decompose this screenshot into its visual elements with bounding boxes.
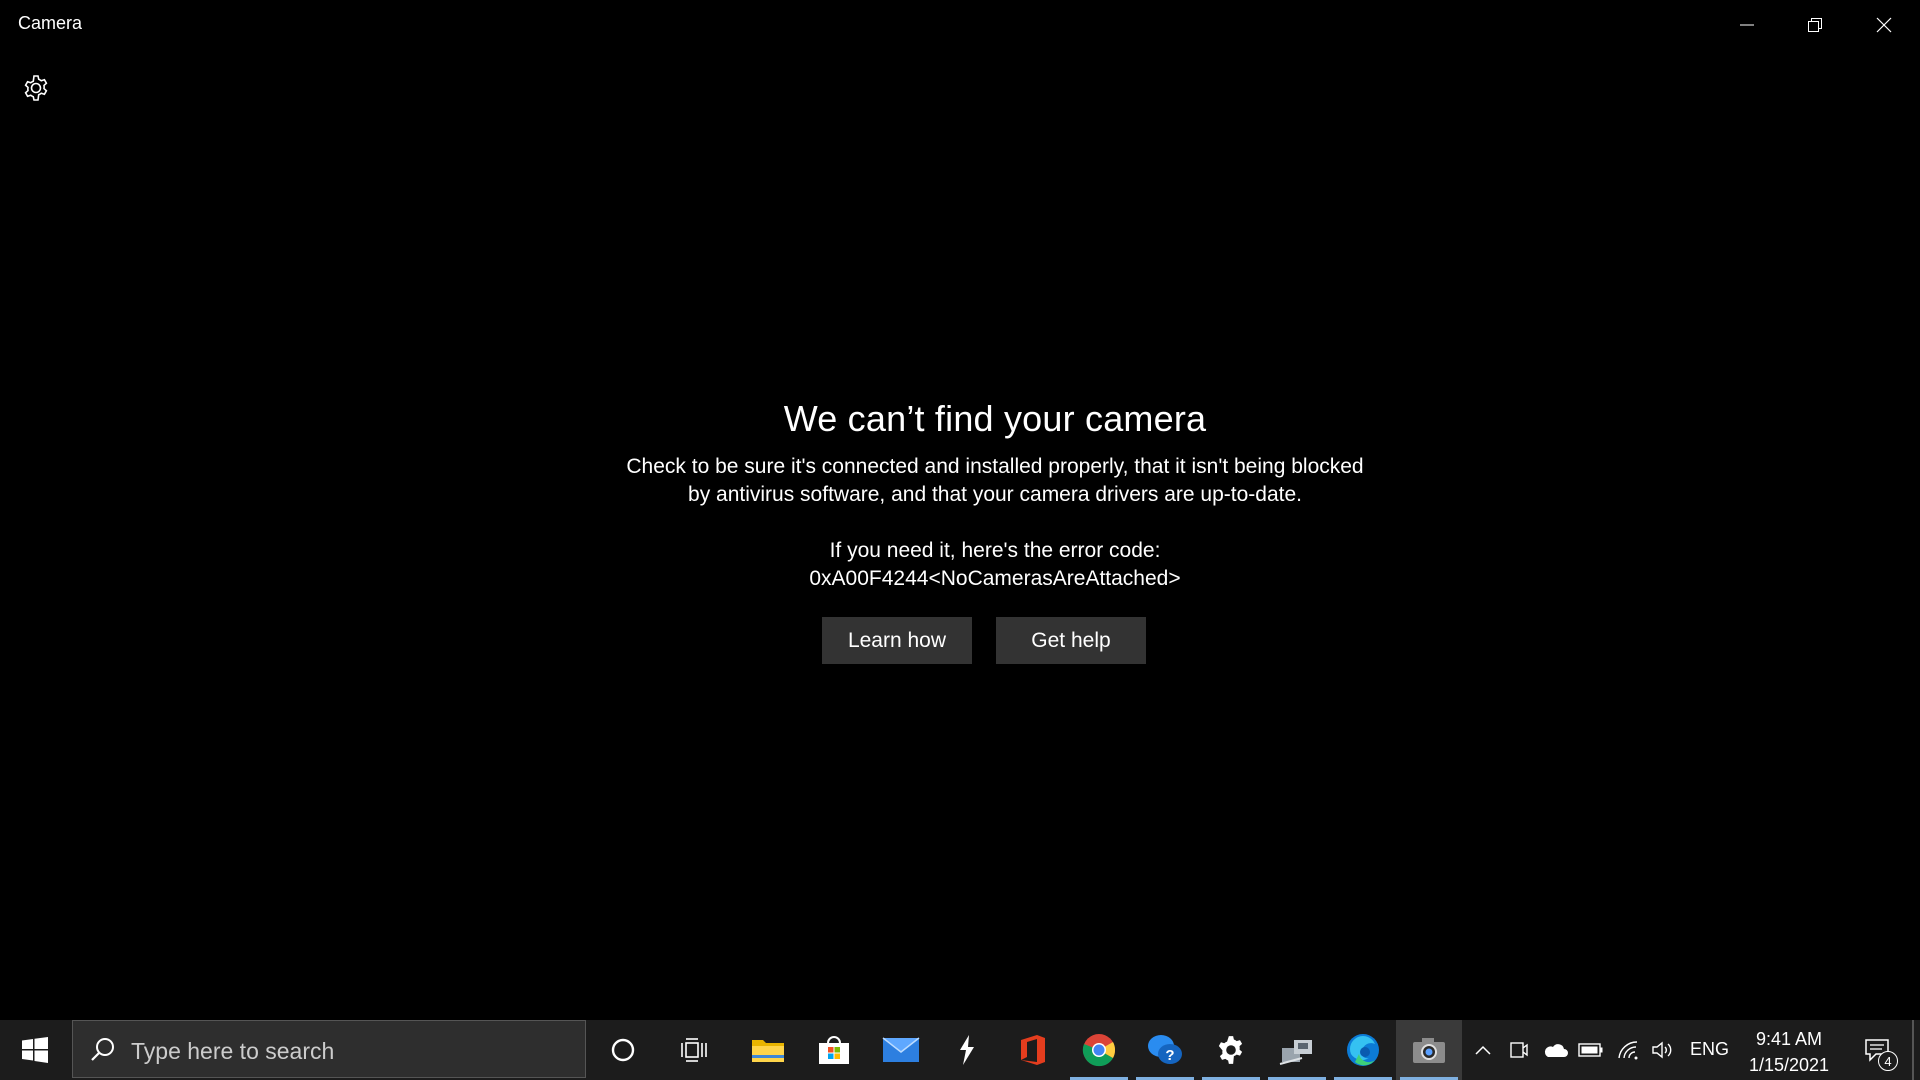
- settings-icon: [1218, 1036, 1243, 1064]
- restore-icon: [1808, 17, 1822, 32]
- search-placeholder: Type here to search: [131, 1038, 335, 1064]
- show-hidden-icons-button[interactable]: [1466, 1020, 1500, 1080]
- office-icon: [1021, 1035, 1045, 1065]
- error-code-label: If you need it, here's the error code:: [829, 539, 1161, 562]
- start-button[interactable]: [0, 1020, 70, 1080]
- microsoft-store-button[interactable]: [801, 1020, 867, 1080]
- error-code: 0xA00F4244<NoCamerasAreAttached>: [809, 567, 1181, 590]
- notification-count-badge: 4: [1878, 1051, 1898, 1071]
- restore-button[interactable]: [1781, 0, 1849, 49]
- error-description-line-2: by antivirus software, and that your cam…: [688, 483, 1302, 506]
- settings-button[interactable]: [14, 66, 58, 110]
- get-help-icon: ?: [1148, 1035, 1182, 1064]
- cortana-button[interactable]: [590, 1020, 656, 1080]
- battery-tray-button[interactable]: [1574, 1020, 1608, 1080]
- camera-app-window: Camera We can’t find your camera Check t…: [0, 0, 1920, 1020]
- app-icon: [960, 1035, 974, 1065]
- file-explorer-icon: [752, 1040, 784, 1062]
- app-button[interactable]: [934, 1020, 1000, 1080]
- chrome-button[interactable]: [1066, 1020, 1132, 1080]
- get-help-button[interactable]: Get help: [996, 617, 1146, 664]
- video-camera-icon: [1510, 1042, 1528, 1058]
- camera-icon: [1413, 1038, 1445, 1063]
- microsoft-store-icon: [819, 1036, 849, 1064]
- taskbar: Type here to search ? ENG 9:41 AM 1/15/2…: [0, 1020, 1920, 1080]
- battery-icon: [1578, 1043, 1603, 1057]
- minimize-button[interactable]: [1713, 0, 1781, 49]
- get-help-button-taskbar[interactable]: ?: [1132, 1020, 1198, 1080]
- task-view-button[interactable]: [662, 1020, 728, 1080]
- network-tray-button[interactable]: [1612, 1020, 1646, 1080]
- error-headline: We can’t find your camera: [783, 398, 1207, 439]
- search-icon: [91, 1038, 114, 1061]
- svg-text:?: ?: [1165, 1047, 1174, 1064]
- close-icon: [1876, 17, 1892, 32]
- title-bar[interactable]: Camera: [0, 0, 1920, 49]
- onedrive-tray-button[interactable]: [1538, 1020, 1572, 1080]
- chrome-icon: [1082, 1034, 1116, 1067]
- office-button[interactable]: [1000, 1020, 1066, 1080]
- learn-how-button[interactable]: Learn how: [822, 617, 972, 664]
- task-view-icon: [681, 1038, 707, 1062]
- edge-button[interactable]: [1330, 1020, 1396, 1080]
- taskbar-search-box[interactable]: Type here to search: [72, 1020, 586, 1078]
- wifi-icon: [1618, 1041, 1638, 1060]
- mail-icon: [882, 1037, 920, 1062]
- close-button[interactable]: [1850, 0, 1918, 49]
- mail-button[interactable]: [868, 1020, 934, 1080]
- action-center-button[interactable]: 4: [1852, 1020, 1902, 1080]
- windows-logo-icon: [22, 1037, 48, 1063]
- error-actions: Learn how Get help: [822, 617, 1146, 664]
- minimize-icon: [1740, 24, 1754, 25]
- error-description-line-1: Check to be sure it's connected and inst…: [626, 455, 1364, 478]
- chevron-up-icon: [1475, 1045, 1491, 1055]
- cortana-icon: [611, 1038, 635, 1062]
- show-desktop-button[interactable]: [1912, 1020, 1914, 1080]
- meet-now-tray-button[interactable]: [1502, 1020, 1536, 1080]
- speaker-icon: [1652, 1041, 1672, 1059]
- camera-button-taskbar[interactable]: [1396, 1020, 1462, 1080]
- network-app-icon: [1279, 1040, 1312, 1065]
- clock-date: 1/15/2021: [1748, 1055, 1830, 1075]
- clock-time: 9:41 AM: [1755, 1029, 1823, 1049]
- file-explorer-button[interactable]: [735, 1020, 801, 1080]
- clock[interactable]: 9:41 AM 1/15/2021: [1734, 1026, 1844, 1078]
- input-language-indicator[interactable]: ENG: [1690, 1039, 1729, 1060]
- network-app-button[interactable]: [1264, 1020, 1330, 1080]
- edge-icon: [1347, 1034, 1379, 1066]
- settings-app-button[interactable]: [1198, 1020, 1264, 1080]
- cloud-icon: [1544, 1044, 1568, 1057]
- gear-icon: [24, 75, 48, 101]
- volume-tray-button[interactable]: [1646, 1020, 1680, 1080]
- window-title: Camera: [18, 13, 83, 33]
